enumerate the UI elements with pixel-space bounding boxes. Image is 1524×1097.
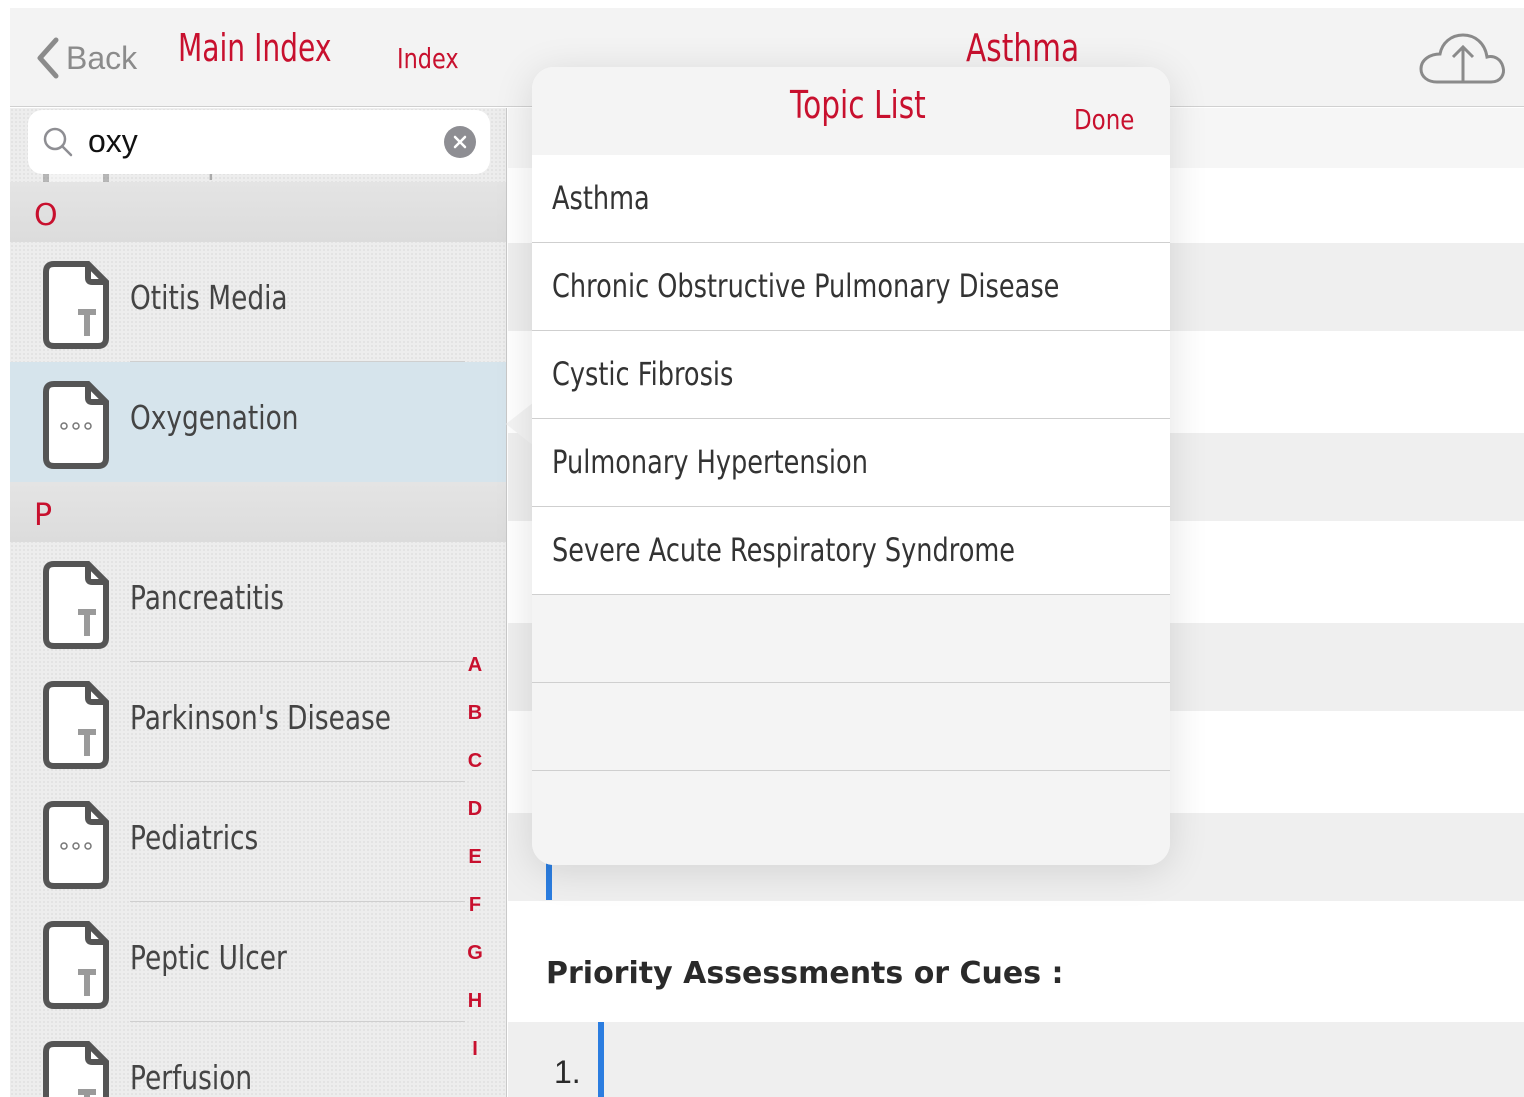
content-stripe [508,1022,1524,1097]
back-label: Back [66,39,138,76]
list-item-number: 1. [554,1054,581,1090]
alpha-index-letter[interactable]: C [462,750,488,798]
alpha-index-letter[interactable]: D [462,798,488,846]
topic-list-popover: Topic List Done Asthma Chronic Obstructi… [532,67,1170,865]
topic-label: Severe Acute Respiratory Syndrome [552,531,1016,569]
topic-item[interactable]: Asthma [532,155,1170,243]
alpha-index-letter[interactable]: B [462,702,488,750]
document-t-icon [43,561,109,649]
document-t-icon [43,681,109,769]
list-item-label: Pediatrics [130,818,259,857]
document-dots-icon [43,801,109,889]
text-field-marker [598,1022,604,1097]
sidebar-index: Osteoporosis O Otitis Media Oxygenation … [10,108,507,1097]
topic-label: Chronic Obstructive Pulmonary Disease [552,267,1060,305]
main-index-link[interactable]: Main Index [178,26,331,70]
sidebar-item-perfusion[interactable]: Perfusion [10,1022,506,1097]
empty-row [532,771,1170,865]
document-dots-icon [43,381,109,469]
alpha-index-letter[interactable]: F [462,894,488,942]
empty-row [532,595,1170,683]
empty-row [532,683,1170,771]
text-field-marker [546,862,552,900]
sidebar-item-oxygenation[interactable]: Oxygenation [10,362,506,482]
sidebar-item-pediatrics[interactable]: Pediatrics [10,782,506,902]
search-input[interactable] [88,119,428,163]
alpha-index-letter[interactable]: H [462,990,488,1038]
sidebar-item-parkinsons-disease[interactable]: Parkinson's Disease [10,662,506,782]
topic-label: Asthma [552,179,650,217]
chevron-left-icon [37,37,59,79]
sidebar-item-pancreatitis[interactable]: Pancreatitis [10,542,506,662]
document-t-icon [43,261,109,349]
topic-item[interactable]: Pulmonary Hypertension [532,419,1170,507]
sidebar-item-otitis-media[interactable]: Otitis Media [10,242,506,362]
alpha-index-letter[interactable]: I [462,1038,488,1086]
popover-title: Topic List [790,83,926,127]
topic-label: Cystic Fibrosis [552,355,734,393]
close-icon [453,135,467,149]
list-item-label: Peptic Ulcer [130,938,287,977]
search-icon [43,127,73,157]
topic-item[interactable]: Chronic Obstructive Pulmonary Disease [532,243,1170,331]
alpha-index-letter[interactable]: A [462,654,488,702]
section-header-p: P [10,482,506,542]
alpha-index-letter[interactable]: E [462,846,488,894]
alphabet-index[interactable]: A B C D E F G H I [462,654,488,1086]
topic-label: Pulmonary Hypertension [552,443,868,481]
alpha-index-letter[interactable]: G [462,942,488,990]
list-item-label: Otitis Media [130,278,288,317]
section-letter: P [34,498,53,533]
document-t-icon [43,921,109,1009]
clear-search-button[interactable] [444,126,476,158]
cloud-upload-icon[interactable] [1415,26,1507,88]
topic-item[interactable]: Cystic Fibrosis [532,331,1170,419]
popover-header: Topic List Done [532,67,1170,155]
sidebar-item-peptic-ulcer[interactable]: Peptic Ulcer [10,902,506,1022]
list-item-label: Pancreatitis [130,578,284,617]
section-header-o: O [10,182,506,242]
page-title: Asthma [966,26,1080,70]
popover-arrow [506,402,534,446]
list-item-label: Perfusion [130,1058,253,1097]
done-button[interactable]: Done [1074,103,1134,136]
document-t-icon [43,1041,109,1097]
index-tab[interactable]: Index [397,42,459,75]
section-letter: O [34,198,58,233]
back-button[interactable]: Back [34,36,137,80]
list-item-label: Oxygenation [130,398,299,437]
list-item-label: Parkinson's Disease [130,698,391,737]
section-heading: Priority Assessments or Cues : [546,956,1064,991]
topic-item[interactable]: Severe Acute Respiratory Syndrome [532,507,1170,595]
search-bar [28,110,490,174]
